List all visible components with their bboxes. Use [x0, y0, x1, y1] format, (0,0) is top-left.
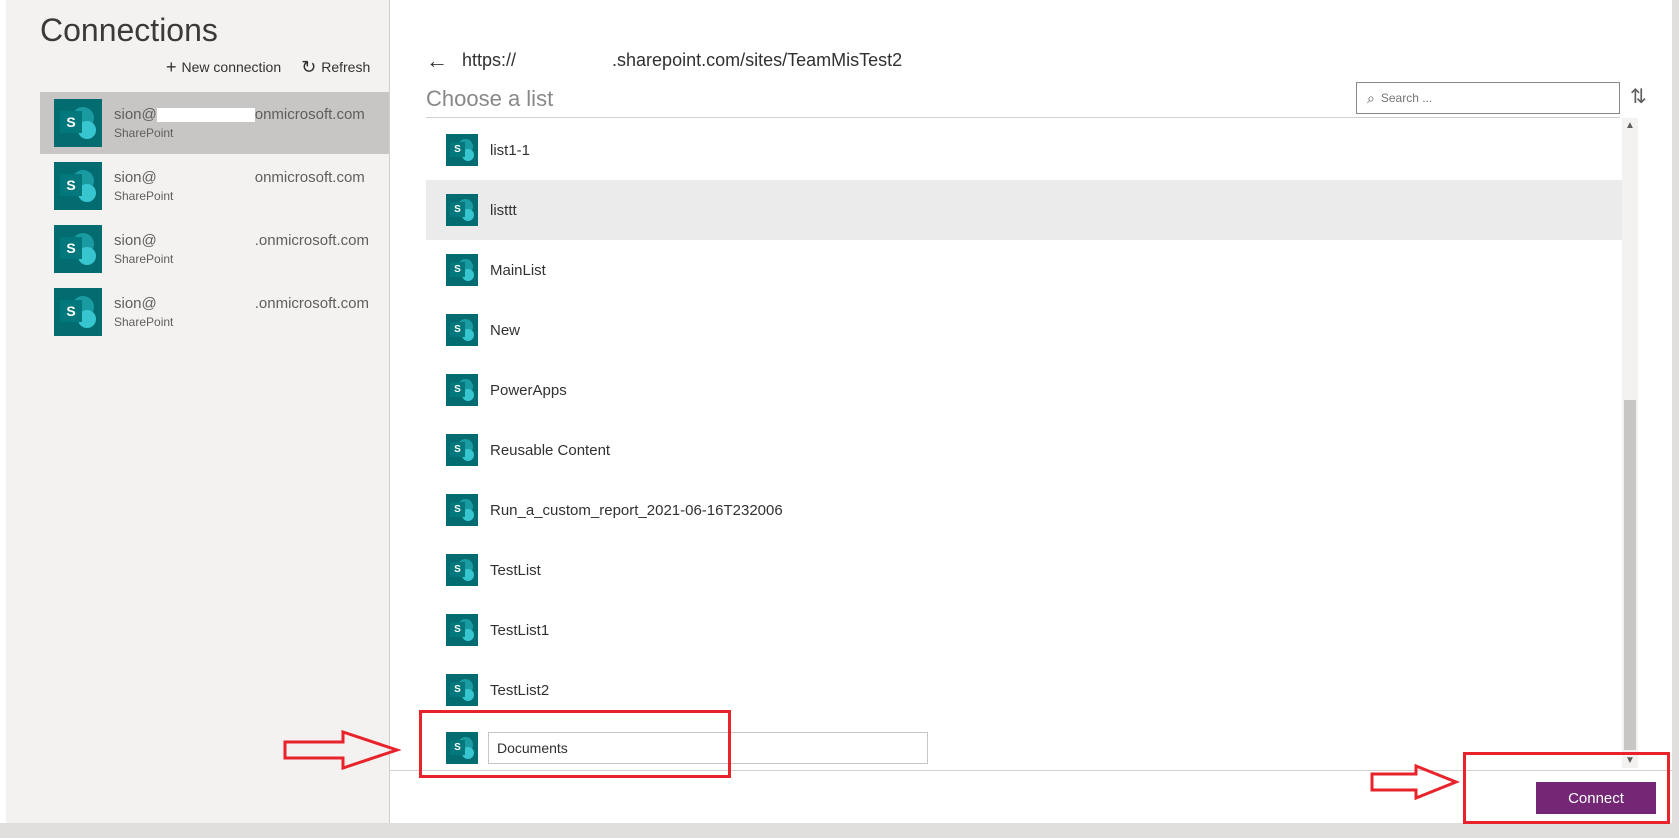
sharepoint-icon: S: [446, 194, 478, 226]
sharepoint-icon: S: [446, 374, 478, 406]
list-item[interactable]: S Reusable Content: [426, 420, 1622, 480]
list-item-label: Reusable Content: [490, 441, 611, 459]
annotation-box-connect: [1463, 752, 1670, 824]
new-connection-label: New connection: [181, 59, 282, 75]
choose-list-heading: Choose a list: [426, 86, 554, 111]
list-item[interactable]: S list1-1: [426, 120, 1622, 180]
sharepoint-icon: S: [54, 225, 102, 273]
list-item[interactable]: S Run_a_custom_report_2021-06-16T232006: [426, 480, 1622, 540]
connection-email: sion@ onmicrosoft.com: [114, 106, 365, 123]
sharepoint-icon: S: [54, 288, 102, 336]
connection-email: sion@ onmicrosoft.com: [114, 169, 365, 186]
site-url: https://.sharepoint.com/sites/TeamMisTes…: [462, 50, 903, 70]
list-scrollbar[interactable]: ▲ ▼: [1622, 118, 1638, 768]
annotation-arrow-documents: [283, 730, 401, 770]
list-item-label: TestList: [490, 561, 541, 579]
list-item[interactable]: S TestList1: [426, 600, 1622, 660]
sharepoint-icon: S: [446, 434, 478, 466]
sort-icon[interactable]: ⇅: [1630, 84, 1647, 109]
redacted-text: [157, 234, 255, 248]
sharepoint-icon: S: [446, 254, 478, 286]
list-item-label: list1-1: [490, 141, 531, 159]
list-item-label: PowerApps: [490, 381, 567, 399]
scroll-up-icon[interactable]: ▲: [1625, 120, 1635, 131]
connection-type: SharePoint: [114, 315, 174, 329]
list-item-label: TestList2: [490, 681, 550, 699]
connection-type: SharePoint: [114, 126, 174, 140]
list-item[interactable]: S MainList: [426, 240, 1622, 300]
sharepoint-icon: S: [54, 162, 102, 210]
list-item-label: MainList: [490, 261, 546, 279]
sharepoint-icon: S: [446, 494, 478, 526]
connection-email: sion@ .onmicrosoft.com: [114, 232, 369, 249]
redacted-text: [156, 108, 255, 123]
connection-type: SharePoint: [114, 252, 174, 266]
plus-icon: +: [166, 57, 177, 77]
list-item[interactable]: S TestList: [426, 540, 1622, 600]
sharepoint-icon: S: [446, 554, 478, 586]
left-edge-strip: [0, 0, 6, 823]
annotation-box-documents: [419, 710, 731, 778]
connections-title: Connections: [40, 12, 218, 48]
refresh-button[interactable]: ↻ Refresh: [301, 58, 370, 76]
list-item-label: Run_a_custom_report_2021-06-16T232006: [490, 501, 783, 519]
sharepoint-icon: S: [446, 614, 478, 646]
list-item[interactable]: S PowerApps: [426, 360, 1622, 420]
sharepoint-icon: S: [446, 674, 478, 706]
connections-panel: Connections + New connection ↻ Refresh S…: [0, 0, 390, 823]
search-icon: ⌕: [1367, 89, 1375, 106]
list-item-label: TestList1: [490, 621, 550, 639]
connection-type: SharePoint: [114, 189, 174, 203]
sharepoint-icon: S: [54, 99, 102, 147]
sharepoint-icon: S: [446, 134, 478, 166]
list-picker-panel: ← https://.sharepoint.com/sites/TeamMisT…: [390, 0, 1679, 823]
refresh-label: Refresh: [321, 59, 371, 75]
redacted-text: [157, 297, 255, 311]
annotation-arrow-connect: [1370, 764, 1460, 800]
sharepoint-icon: S: [446, 314, 478, 346]
search-box[interactable]: ⌕: [1356, 82, 1620, 114]
search-input[interactable]: [1380, 91, 1601, 105]
list-item-label: New: [490, 321, 521, 339]
list-item[interactable]: S listtt: [426, 180, 1622, 240]
scrollbar-thumb[interactable]: [1624, 400, 1636, 750]
connection-item[interactable]: S sion@ onmicrosoft.com SharePoint: [40, 155, 390, 217]
connections-toolbar: + New connection ↻ Refresh: [166, 58, 370, 76]
list-item-label: listtt: [490, 201, 517, 219]
new-connection-button[interactable]: + New connection: [166, 58, 281, 76]
connection-item[interactable]: S sion@ .onmicrosoft.com SharePoint: [40, 281, 390, 343]
connection-list: S sion@ onmicrosoft.com SharePoint S sion…: [40, 92, 390, 344]
window-bottom-border: [0, 823, 1679, 838]
list-item[interactable]: S New: [426, 300, 1622, 360]
connection-item[interactable]: S sion@ .onmicrosoft.com SharePoint: [40, 218, 390, 280]
back-arrow-icon[interactable]: ←: [426, 48, 448, 74]
connection-item[interactable]: S sion@ onmicrosoft.com SharePoint: [40, 92, 390, 154]
app-window: Connections + New connection ↻ Refresh S…: [0, 0, 1679, 838]
refresh-icon: ↻: [301, 57, 317, 77]
list-items: S list1-1 S listtt S MainList S New S Po…: [426, 118, 1622, 768]
redacted-text: [157, 171, 255, 185]
connection-email: sion@ .onmicrosoft.com: [114, 295, 369, 312]
window-right-border: [1672, 0, 1679, 838]
